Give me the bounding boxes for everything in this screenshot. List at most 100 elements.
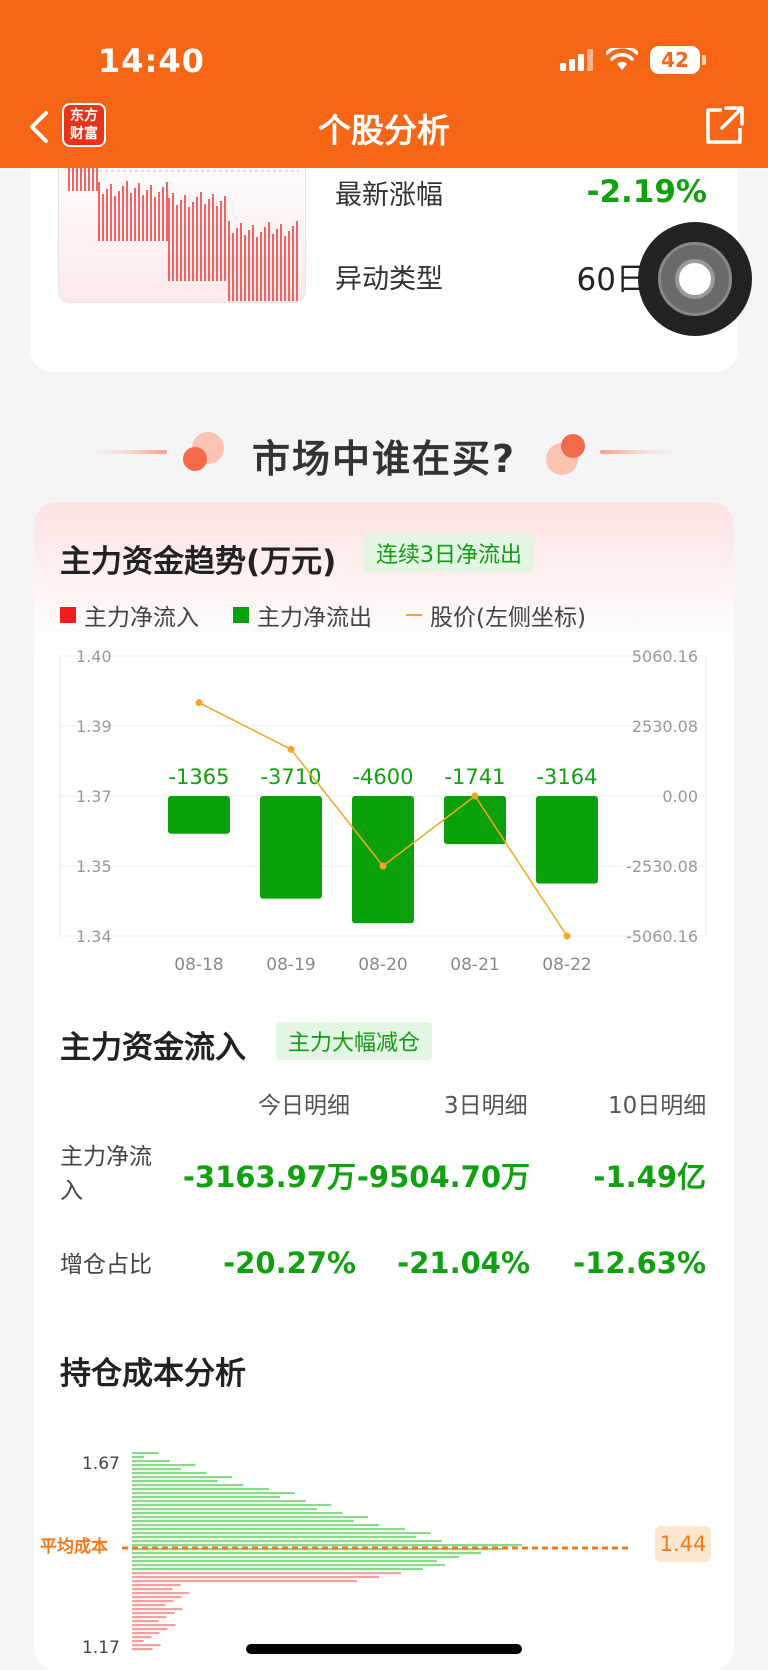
cost-bar [132,1608,183,1611]
cost-bar [132,1500,306,1503]
flow-bar[interactable] [444,796,506,845]
cost-bar [132,1604,166,1607]
cost-bar [132,1536,417,1539]
wifi-icon [606,48,638,70]
x-tick-label: 08-20 [358,955,407,975]
flow-bar[interactable] [352,796,414,924]
right-tick-label: 5060.16 [632,647,698,666]
cost-bar [132,1532,431,1535]
cell-ratio-3day: -21.04% [397,1246,530,1280]
cell-net-inflow-3day: -9504.70万 [356,1160,530,1194]
left-tick-label: 1.37 [76,787,112,806]
cost-bar [132,1560,437,1563]
cost-bar [132,1576,379,1579]
flow-bar[interactable] [260,796,322,899]
cost-bar [132,1632,160,1635]
cost-bar [132,1584,181,1587]
section-title: 市场中谁在买? [251,437,517,481]
header-10day: 10日明细 [608,1093,707,1119]
row-label-position-ratio: 增仓占比 [60,1252,152,1278]
cost-bar [132,1528,405,1531]
cell-net-inflow-10day: -1.49亿 [593,1160,706,1194]
info-row-change: 最新涨幅 -2.19% [335,172,707,212]
flow-bar[interactable] [168,796,230,834]
cost-bar [132,1588,173,1591]
cost-bar [132,1496,281,1499]
app-header: 14:40 42 东方 财富 个股分析 [0,0,768,168]
header-today: 今日明细 [258,1093,350,1119]
bar-value-label: -1741 [444,765,505,789]
share-icon[interactable] [702,104,746,148]
bar-value-label: -4600 [352,765,413,789]
cost-bar [132,1476,233,1479]
right-tick-label: 0.00 [662,787,698,806]
latest-change-value: -2.19% [586,174,707,210]
cost-bar [132,1644,161,1647]
cost-bar [132,1464,196,1467]
signal-icon [560,49,593,71]
battery-level: 42 [661,48,689,72]
right-tick-label: 2530.08 [632,717,698,736]
cost-bar [132,1488,269,1491]
x-tick-label: 08-19 [266,955,315,975]
info-label: 最新涨幅 [335,179,443,211]
section-header: 市场中谁在买? [0,420,768,484]
legend-inflow: 主力净流入 [60,598,199,632]
flow-title: 主力资金流入 [60,1030,246,1066]
battery-icon: 42 [650,46,706,74]
header-3day: 3日明细 [444,1093,528,1119]
capital-trend-chart: 1.40 5060.16 1.39 2530.08 1.37 0.00 1.35 -2530.… [59,647,707,975]
home-indicator[interactable] [246,1644,522,1654]
cell-ratio-today: -20.27% [223,1246,356,1280]
cost-bar [132,1616,167,1619]
bar-value-label: -1365 [168,765,229,789]
cost-bar [132,1648,153,1651]
cost-bar [132,1564,445,1567]
price-point[interactable] [287,745,295,753]
flow-bar[interactable] [536,796,598,884]
right-tick-label: -2530.08 [626,857,698,876]
cell-net-inflow-today: -3163.97万 [182,1160,356,1194]
cost-bar [132,1592,190,1595]
price-point[interactable] [563,932,571,940]
cost-bar [132,1596,182,1599]
cost-bar [132,1624,176,1627]
cost-bar [132,1552,481,1555]
trend-title: 主力资金趋势(万元) [60,544,337,580]
cost-bar [132,1600,174,1603]
left-tick-label: 1.34 [76,927,112,946]
x-tick-label: 08-22 [542,955,591,975]
cost-bar [132,1556,459,1559]
price-point[interactable] [195,699,203,707]
legend-outflow: 主力净流出 [233,598,372,632]
floating-assistive-button[interactable] [638,222,752,336]
cost-bar [132,1612,175,1615]
cost-bar [132,1524,380,1527]
cost-bar [132,1452,159,1455]
cost-bar [132,1640,144,1643]
anomaly-type-value: 60日 [576,261,647,298]
cost-distribution-chart [122,1452,630,1651]
cost-bar [132,1480,218,1483]
x-tick-label: 08-18 [174,955,223,975]
cost-bar [132,1512,343,1515]
cost-bar [132,1508,317,1511]
cell-ratio-10day: -12.63% [573,1246,706,1280]
cost-bar [132,1492,295,1495]
cost-bar [132,1540,442,1543]
cost-title: 持仓成本分析 [60,1356,246,1392]
price-point[interactable] [379,862,387,870]
cost-bar [132,1460,170,1463]
x-tick-label: 08-21 [450,955,499,975]
legend-price: 股价(左侧坐标) [406,598,586,632]
cost-bar [132,1636,152,1639]
chart-legend: 主力净流入 主力净流出 股价(左侧坐标) [60,598,586,632]
price-point[interactable] [471,792,479,800]
status-icons: 42 [560,46,706,74]
row-label-net-inflow: 主力净流入 [60,1144,152,1204]
cost-bar [132,1468,181,1471]
status-time: 14:40 [98,42,205,80]
cost-bar [132,1520,354,1523]
trend-tag: 连续3日净流出 [364,534,534,572]
bar-value-label: -3164 [536,765,597,789]
